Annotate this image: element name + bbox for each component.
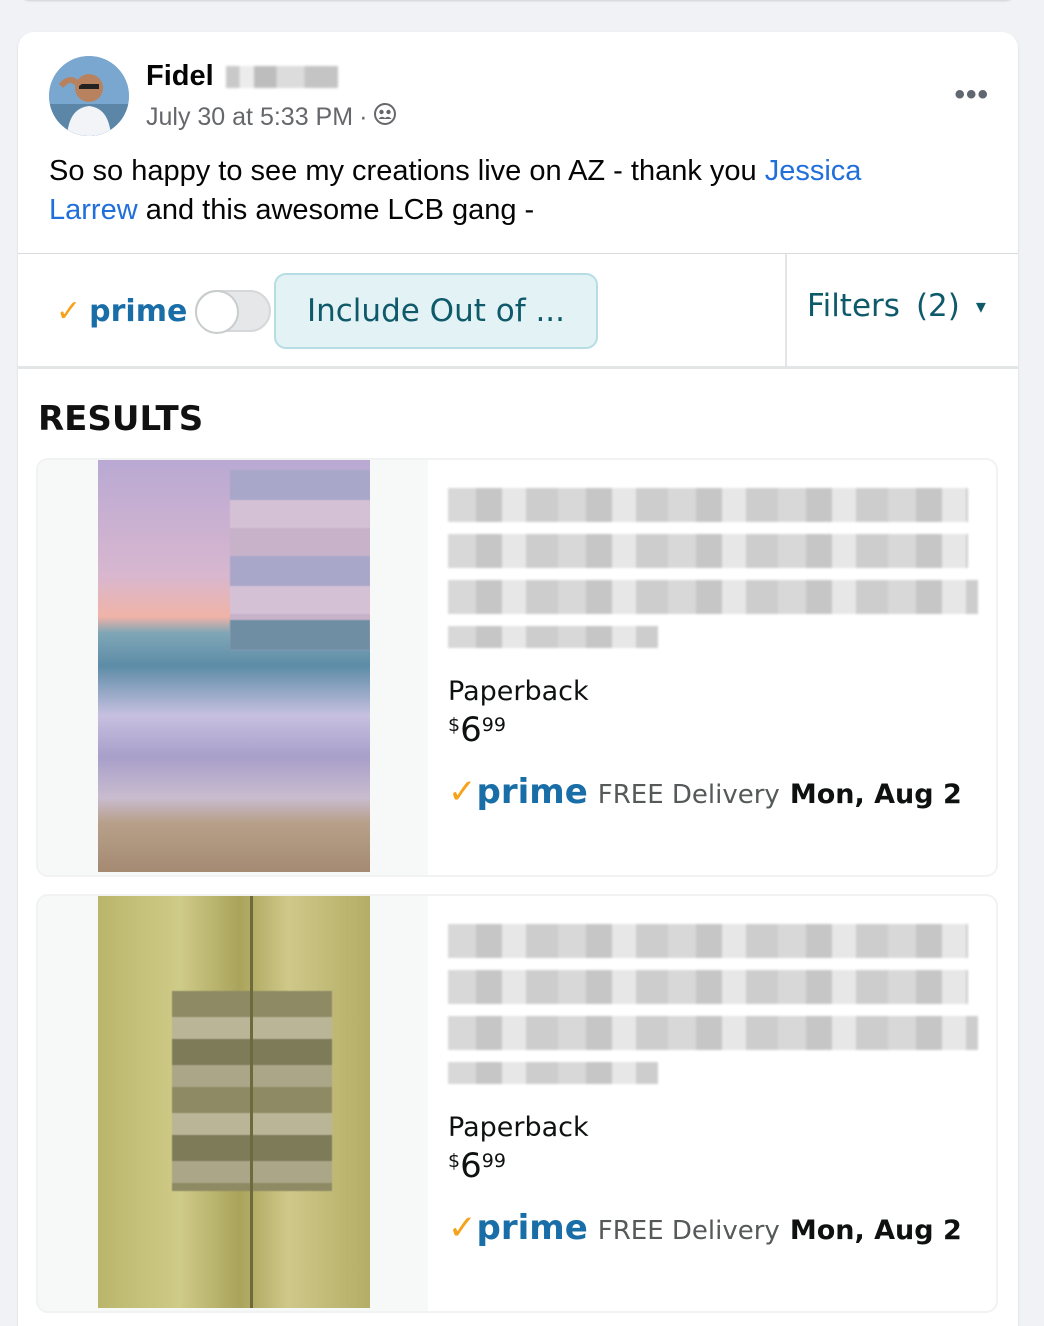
wood-seam [250,896,253,1308]
price-cents: 99 [481,714,506,736]
toggle-knob [195,290,240,334]
friends-icon[interactable] [373,102,397,133]
filters-button[interactable]: Filters (2) ▾ [807,288,986,324]
author-name[interactable]: Fidel [146,60,338,93]
prime-label: prime [89,293,188,329]
blurred-title-line [448,1016,978,1050]
prime-toggle[interactable] [195,290,272,334]
facebook-post: Fidel July 30 at 5:33 PM · ••• So so hap… [18,32,1018,1326]
post-text-start: So so happy to see my creations live on … [49,155,765,187]
format-label[interactable]: Paperback [448,1112,589,1143]
delivery-date: Mon, Aug 2 [789,779,962,810]
more-options-button[interactable]: ••• [954,78,989,112]
price: $699 [448,1146,506,1186]
post-text-end: and this awesome LCB gang - [137,194,535,226]
divider [785,254,787,366]
blurred-title-line [448,534,968,568]
blurred-title-line [448,488,968,522]
amazon-screenshot[interactable]: ✓ prime Include Out of ... Filters (2) ▾… [18,253,1018,1326]
book-cover-ocean[interactable] [98,460,370,872]
delivery-info: ✓prime FREE Delivery Mon, Aug 2 [448,772,962,812]
result-card-2[interactable]: Paperback $699 ✓prime FREE Delivery Mon,… [38,896,996,1311]
filter-bar: ✓ prime Include Out of ... Filters (2) ▾ [18,254,1018,369]
delivery-label: FREE Delivery [597,1216,780,1246]
blurred-title-line [448,1062,658,1084]
blurred-title-line [448,626,658,648]
blurred-title-line [448,970,968,1004]
delivery-date: Mon, Aug 2 [789,1215,962,1246]
price: $699 [448,710,506,750]
post-text: So so happy to see my creations live on … [49,152,949,230]
price-symbol: $ [448,1150,461,1172]
post-header: Fidel July 30 at 5:33 PM · ••• [49,56,989,136]
prime-check-icon: ✓ [448,1208,477,1248]
chevron-down-icon: ▾ [975,294,986,318]
post-timestamp[interactable]: July 30 at 5:33 PM [146,103,353,132]
format-label[interactable]: Paperback [448,676,589,707]
prime-check-icon: ✓ [56,294,82,328]
prime-badge: prime [476,1208,588,1248]
avatar[interactable] [49,56,129,136]
book-cover-wood[interactable] [98,896,370,1308]
include-out-of-stock-button[interactable]: Include Out of ... [274,273,598,349]
blurred-title[interactable] [448,924,978,1096]
filters-label: Filters [807,288,900,324]
price-cents: 99 [481,1150,506,1172]
price-whole: 6 [460,1146,482,1186]
filters-count: (2) [915,288,960,324]
delivery-info: ✓prime FREE Delivery Mon, Aug 2 [448,1208,962,1248]
price-symbol: $ [448,714,461,736]
result-card-1[interactable]: Paperback $699 ✓prime FREE Delivery Mon,… [38,460,996,875]
blurred-title-line [448,580,978,614]
blurred-cover-author [230,620,370,650]
prime-badge: prime [476,772,588,812]
blurred-title[interactable] [448,488,978,660]
delivery-label: FREE Delivery [597,780,780,810]
results-heading: RESULTS [38,399,204,439]
post-meta: July 30 at 5:33 PM · [146,102,397,133]
price-whole: 6 [460,710,482,750]
blurred-title-line [448,924,968,958]
meta-separator: · [359,103,368,131]
prime-check-icon: ✓ [448,772,477,812]
prime-filter[interactable]: ✓ prime [56,290,272,334]
author-first-name[interactable]: Fidel [146,60,214,93]
blurred-last-name [225,65,338,88]
